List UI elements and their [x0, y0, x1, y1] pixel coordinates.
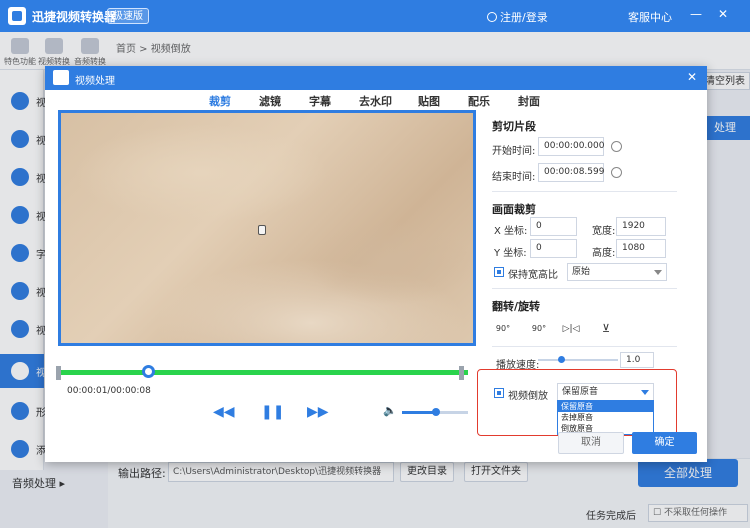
reverse-video-label: 视频倒放 [508, 391, 548, 402]
playhead[interactable] [142, 365, 156, 378]
flip-vertical-icon[interactable]: ⊻ [596, 320, 616, 338]
divider [492, 288, 677, 289]
end-time-input[interactable]: 00:00:08.599 [538, 163, 604, 182]
keep-ratio-label: 保持宽高比 [508, 270, 558, 281]
tab-subtitle[interactable]: 字幕 [309, 93, 331, 109]
width-input[interactable]: 1920 [616, 217, 666, 236]
keep-ratio-checkbox[interactable] [494, 267, 504, 277]
end-time-label: 结束时间: [492, 172, 536, 183]
height-input[interactable]: 1080 [616, 239, 666, 258]
start-time-label: 开始时间: [492, 146, 536, 157]
tab-music[interactable]: 配乐 [468, 93, 490, 109]
tab-cover[interactable]: 封面 [518, 93, 540, 109]
pause-button[interactable]: ❚❚ [261, 404, 284, 420]
volume-fill [402, 411, 437, 414]
tab-crop[interactable]: 裁剪 [209, 93, 231, 109]
video-processing-icon [53, 70, 69, 85]
trim-end-handle[interactable] [459, 366, 464, 380]
forward-button[interactable]: ▶▶ [307, 404, 329, 420]
customer-service-link[interactable]: 客服中心 [628, 9, 672, 25]
app-logo-icon [8, 7, 26, 25]
rotate-right-icon[interactable]: 90° [529, 320, 549, 338]
volume-icon[interactable]: 🔈 [383, 404, 397, 417]
chevron-down-icon [654, 270, 662, 275]
user-icon [487, 12, 497, 22]
aspect-ratio-select[interactable]: 原始 [567, 263, 667, 281]
video-processing-dialog: 视频处理 ✕ 裁剪 滤镜 字幕 去水印 贴图 配乐 封面 00:00:01/00… [45, 66, 707, 462]
dialog-title: 视频处理 [75, 76, 115, 87]
time-readout: 00:00:01/00:00:08 [67, 386, 151, 396]
video-preview[interactable] [58, 110, 476, 346]
reverse-audio-dropdown: 保留原音 去掉原音 倒放原音 [557, 400, 654, 435]
speed-slider[interactable] [538, 356, 618, 363]
trim-start-handle[interactable] [56, 366, 61, 380]
width-label: 宽度: [592, 226, 616, 237]
dialog-close-icon[interactable]: ✕ [687, 70, 697, 84]
edition-badge: 极速版 [107, 8, 149, 24]
volume-knob[interactable] [432, 408, 441, 416]
app-title-bar: 迅捷视频转换器 极速版 注册/登录 客服中心 — ✕ [0, 0, 750, 32]
tab-sticker[interactable]: 贴图 [418, 93, 440, 109]
y-coordinate-label: Y 坐标: [494, 248, 527, 259]
x-coordinate-label: X 坐标: [494, 226, 528, 237]
reset-start-icon[interactable] [611, 141, 622, 152]
cancel-button[interactable]: 取消 [558, 432, 624, 454]
divider [492, 191, 677, 192]
y-coordinate-input[interactable]: 0 [530, 239, 577, 258]
tab-filter[interactable]: 滤镜 [259, 93, 281, 109]
app-close-button[interactable]: ✕ [718, 7, 728, 21]
flip-horizontal-icon[interactable]: ▷|◁ [561, 320, 581, 338]
ok-button[interactable]: 确定 [632, 432, 697, 454]
option-keep-audio[interactable]: 保留原音 [558, 401, 653, 412]
video-frame-vehicle [258, 225, 266, 235]
minimize-button[interactable]: — [690, 7, 702, 21]
reverse-audio-select[interactable]: 保留原音 [557, 383, 654, 401]
speed-knob[interactable] [558, 356, 565, 363]
flip-section-title: 翻转/旋转 [492, 300, 541, 313]
dialog-header: 视频处理 ✕ [45, 66, 707, 90]
crop-section-title: 画面裁剪 [492, 203, 536, 216]
reverse-video-checkbox[interactable] [494, 388, 504, 398]
speed-input[interactable]: 1.0 [620, 352, 654, 368]
timeline[interactable] [56, 362, 468, 388]
divider [492, 346, 677, 347]
x-coordinate-input[interactable]: 0 [530, 217, 577, 236]
tab-remove-watermark[interactable]: 去水印 [359, 93, 392, 109]
chevron-down-icon [641, 390, 649, 395]
height-label: 高度: [592, 248, 616, 259]
app-title: 迅捷视频转换器 [32, 10, 117, 24]
cut-section-title: 剪切片段 [492, 120, 536, 133]
volume-slider[interactable] [402, 408, 468, 416]
rotate-left-icon[interactable]: 90° [493, 320, 513, 338]
dialog-tabs: 裁剪 滤镜 字幕 去水印 贴图 配乐 封面 [45, 90, 707, 110]
start-time-input[interactable]: 00:00:00.000 [538, 137, 604, 156]
reset-end-icon[interactable] [611, 167, 622, 178]
option-remove-audio[interactable]: 去掉原音 [558, 412, 653, 423]
video-frame [61, 113, 473, 343]
rewind-button[interactable]: ◀◀ [213, 404, 235, 420]
timeline-track [58, 370, 468, 375]
login-link[interactable]: 注册/登录 [487, 9, 548, 25]
